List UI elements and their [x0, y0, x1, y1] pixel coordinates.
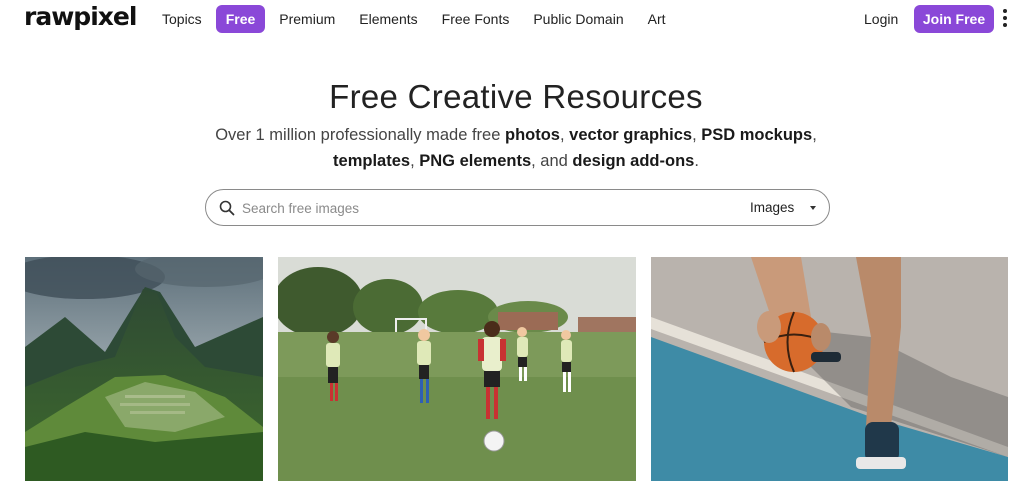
subtitle-text: .	[694, 152, 699, 170]
hero-subtitle: Over 1 million professionally made free …	[190, 122, 842, 174]
search-bar[interactable]: Images	[205, 189, 830, 226]
subtitle-text: , and	[531, 152, 573, 170]
nav-link-premium[interactable]: Premium	[267, 5, 347, 33]
nav-links: Topics Free Premium Elements Free Fonts …	[150, 5, 678, 33]
subtitle-text: Over 1 million professionally made free	[215, 126, 505, 144]
image-tile-basketball[interactable]	[651, 257, 1008, 481]
image-tile-mountain[interactable]	[25, 257, 263, 481]
rawpixel-logo[interactable]: rawpixel	[24, 2, 137, 31]
subtitle-text: ,	[692, 126, 702, 144]
subtitle-text: ,	[410, 152, 420, 170]
more-menu-icon[interactable]	[999, 8, 1011, 30]
top-nav: rawpixel Topics Free Premium Elements Fr…	[0, 0, 1024, 38]
login-link[interactable]: Login	[856, 5, 906, 33]
search-type-select[interactable]: Images	[750, 190, 794, 225]
basketball-court-photo	[651, 257, 1008, 481]
nav-link-elements[interactable]: Elements	[347, 5, 429, 33]
link-design-add-ons[interactable]: design add-ons	[572, 152, 694, 170]
link-png-elements[interactable]: PNG elements	[419, 152, 531, 170]
image-tile-soccer[interactable]	[278, 257, 636, 481]
chevron-down-icon[interactable]	[810, 206, 816, 210]
link-vector-graphics[interactable]: vector graphics	[569, 126, 692, 144]
nav-link-art[interactable]: Art	[636, 5, 678, 33]
link-psd-mockups[interactable]: PSD mockups	[701, 126, 812, 144]
page-title: Free Creative Resources	[329, 78, 703, 115]
search-icon[interactable]	[219, 200, 235, 216]
search-input[interactable]	[242, 196, 722, 220]
link-photos[interactable]: photos	[505, 126, 560, 144]
link-templates[interactable]: templates	[333, 152, 410, 170]
nav-link-topics[interactable]: Topics	[150, 5, 214, 33]
kids-soccer-photo	[278, 257, 636, 481]
subtitle-text: ,	[812, 126, 817, 144]
nav-link-free-fonts[interactable]: Free Fonts	[430, 5, 522, 33]
nav-link-public-domain[interactable]: Public Domain	[521, 5, 635, 33]
mountain-ruins-photo	[25, 257, 263, 481]
join-free-button[interactable]: Join Free	[914, 5, 994, 33]
subtitle-text: ,	[560, 126, 570, 144]
nav-link-free[interactable]: Free	[215, 5, 266, 33]
